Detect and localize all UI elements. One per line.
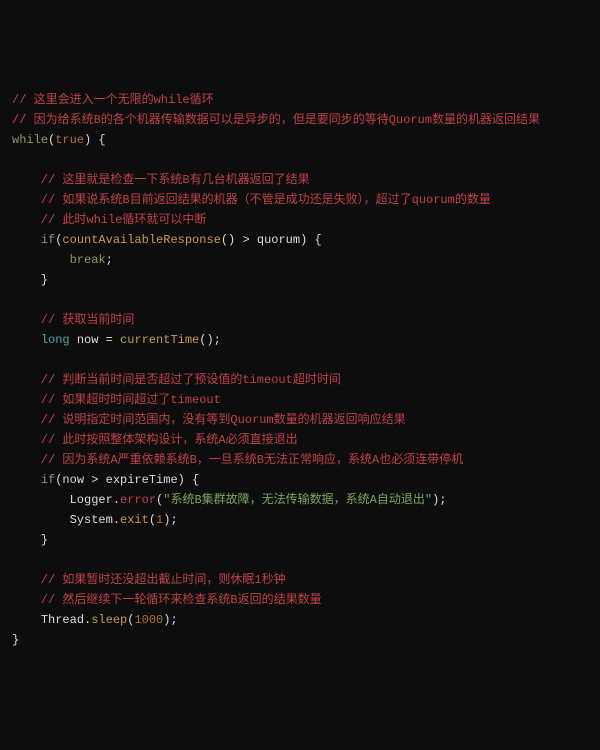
method-sleep: sleep <box>91 613 127 627</box>
ident: System <box>70 513 113 527</box>
comment: // 因为系统A严重依赖系统B，一旦系统B无法正常响应，系统A也必须连带停机 <box>12 453 463 467</box>
code-block: // 这里会进入一个无限的while循环 // 因为给系统B的各个机器传输数据可以… <box>12 90 588 650</box>
comment: // 如果超时时间超过了timeout <box>12 393 221 407</box>
dot: . <box>113 513 120 527</box>
bool-true: true <box>55 133 84 147</box>
punct: (); <box>199 333 221 347</box>
punct: ); <box>163 513 177 527</box>
punct: ; <box>106 253 113 267</box>
fn-call: countAvailableResponse <box>62 233 220 247</box>
comment: // 此时while循环就可以中断 <box>12 213 206 227</box>
punct: ) { <box>84 133 106 147</box>
comment: // 这里就是检查一下系统B有几台机器返回了结果 <box>12 173 310 187</box>
comment: // 此时按照整体架构设计，系统A必须直接退出 <box>12 433 298 447</box>
kw-break: break <box>70 253 106 267</box>
ident: Logger <box>70 493 113 507</box>
punct: ); <box>163 613 177 627</box>
kw-if: if <box>41 473 55 487</box>
indent <box>12 253 70 267</box>
ident: Thread <box>41 613 84 627</box>
indent <box>12 473 41 487</box>
comment: // 然后继续下一轮循环来检查系统B返回的结果数量 <box>12 593 322 607</box>
comment: // 说明指定时间范围内，没有等到Quorum数量的机器返回响应结果 <box>12 413 406 427</box>
punct: ( <box>127 613 134 627</box>
type-long: long <box>41 333 70 347</box>
indent <box>12 333 41 347</box>
indent <box>12 493 70 507</box>
comment: // 判断当前时间是否超过了预设值的timeout超时时间 <box>12 373 341 387</box>
punct: (now > expireTime) { <box>55 473 199 487</box>
comment: // 如果说系统B目前返回结果的机器（不管是成功还是失败），超过了quorum的… <box>12 193 491 207</box>
indent <box>12 613 41 627</box>
ident: now = <box>70 333 120 347</box>
dot: . <box>84 613 91 627</box>
punct: ( <box>149 513 156 527</box>
method-exit: exit <box>120 513 149 527</box>
comment: // 获取当前时间 <box>12 313 134 327</box>
comment: // 因为给系统B的各个机器传输数据可以是异步的，但是要同步的等待Quorum数… <box>12 113 540 127</box>
punct: ) { <box>300 233 322 247</box>
comment: // 如果暂时还没超出截止时间，则休眠1秒钟 <box>12 573 286 587</box>
number: 1000 <box>134 613 163 627</box>
kw-while: while <box>12 133 48 147</box>
punct: () > <box>221 233 257 247</box>
string: "系统B集群故障，无法传输数据，系统A自动退出" <box>163 493 432 507</box>
comment: // 这里会进入一个无限的while循环 <box>12 93 214 107</box>
ident: quorum <box>257 233 300 247</box>
fn-call: currentTime <box>120 333 199 347</box>
dot: . <box>113 493 120 507</box>
brace: } <box>12 273 48 287</box>
brace: } <box>12 633 19 647</box>
punct: ); <box>432 493 446 507</box>
method-error: error <box>120 493 156 507</box>
indent <box>12 233 41 247</box>
kw-if: if <box>41 233 55 247</box>
brace: } <box>12 533 48 547</box>
indent <box>12 513 70 527</box>
